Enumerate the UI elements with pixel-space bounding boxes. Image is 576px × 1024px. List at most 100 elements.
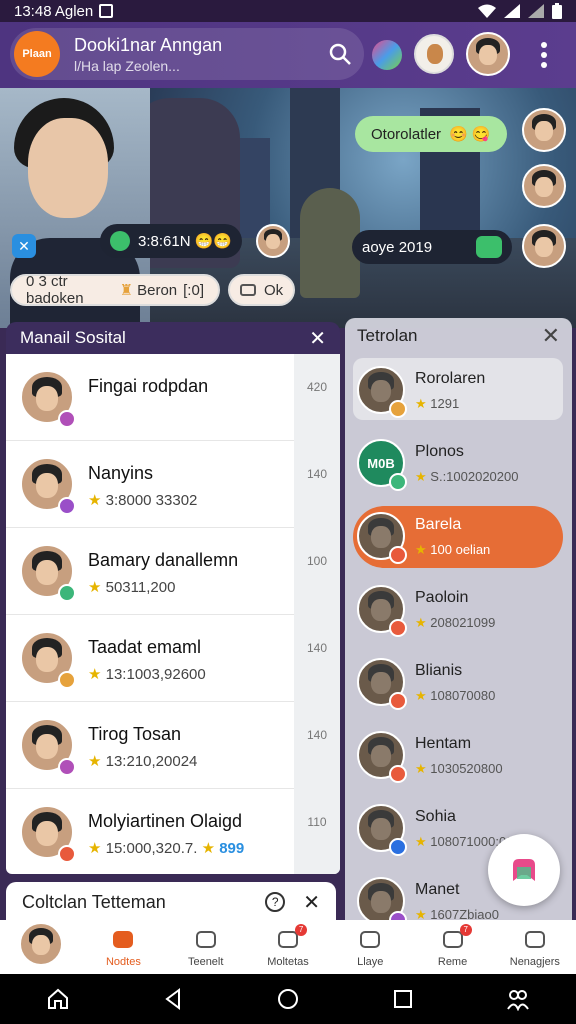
ok-pill[interactable]: Ok xyxy=(228,274,296,306)
status-badge xyxy=(389,473,407,491)
home-icon[interactable] xyxy=(46,987,70,1011)
nav-home-icon xyxy=(113,931,134,948)
hero-banner[interactable]: ✕ Otorolatler 😊 😋 3:8:61N 😁😁 aoye 2019 0… xyxy=(0,88,576,328)
social-panel-title: Manail Sosital xyxy=(20,328,126,347)
friend-list-item[interactable]: Blianis ★ 108070080 xyxy=(345,646,572,719)
app-title: Dooki1nar Anngan xyxy=(74,34,223,55)
more-menu-icon[interactable] xyxy=(540,42,548,68)
contact-sub: ★ 50311,200 xyxy=(88,579,176,596)
nav-llaye[interactable]: Llaye xyxy=(329,920,411,974)
close-icon[interactable]: ✕ xyxy=(309,326,326,351)
friend-name: Plonos xyxy=(415,443,464,460)
contact-count: 420 xyxy=(294,354,340,441)
app-bar: Plaan Dooki1nar Anngan l/Ha lap Zeolen..… xyxy=(0,22,576,88)
contact-sub-text: 15:000,320.7. xyxy=(105,840,198,857)
battery-icon xyxy=(552,3,562,19)
notification-icon xyxy=(99,4,114,18)
recents-icon[interactable] xyxy=(391,987,415,1011)
friend-sub: ★ 208021099 xyxy=(415,615,496,630)
search-bar[interactable]: Plaan Dooki1nar Anngan l/Ha lap Zeolen..… xyxy=(10,28,364,80)
nav-home[interactable]: Nodtes xyxy=(82,920,164,974)
social-list-item[interactable]: Taadat emaml ★ 13:1003,92600 140 xyxy=(6,615,340,702)
status-badge xyxy=(389,619,407,637)
social-panel-header: Manail Sosital ✕ xyxy=(6,322,340,354)
social-list-item[interactable]: Tirog Tosan ★ 13:210,20024 140 xyxy=(6,702,340,789)
friend-list-item[interactable]: Rorolaren ★ 1291 xyxy=(345,354,572,427)
friend-sub: ★ 1291 xyxy=(415,396,460,411)
profile-avatar xyxy=(19,922,64,966)
close-icon[interactable]: ✕ xyxy=(542,323,560,349)
signal-icon xyxy=(504,4,520,18)
friend-sub-text: 108070080 xyxy=(430,688,496,703)
friend-list-item[interactable]: Hentam ★ 1030520800 xyxy=(345,719,572,792)
status-badge xyxy=(58,497,76,515)
status-badge xyxy=(58,845,76,863)
nav-profile[interactable] xyxy=(0,920,82,974)
nav-nenagjers[interactable]: Nenagjers xyxy=(494,920,576,974)
score-chip-right-text: aoye 2019 xyxy=(362,238,433,256)
status-badge xyxy=(389,765,407,783)
contact-sub-text: 3:8000 33302 xyxy=(105,492,198,509)
nav-llaye-icon xyxy=(360,931,381,948)
friend-sub: ★ 108070080 xyxy=(415,688,496,703)
system-navigation xyxy=(0,974,576,1024)
status-badge xyxy=(389,400,407,418)
nav-label: Reme xyxy=(437,956,468,968)
user-avatar[interactable] xyxy=(466,32,510,76)
friend-name: Barela xyxy=(415,516,462,533)
social-list-item[interactable]: Fingai rodpdan 420 xyxy=(6,354,340,441)
compose-fab[interactable] xyxy=(488,834,560,906)
back-icon[interactable] xyxy=(161,987,185,1011)
nav-moltetas[interactable]: Moltetas 7 xyxy=(247,920,329,974)
search-icon[interactable] xyxy=(328,42,352,66)
friend-sub: ★ S.:1002020200 xyxy=(415,469,519,484)
nav-teenelt-icon xyxy=(195,931,216,948)
nav-teenelt[interactable]: Teenelt xyxy=(165,920,247,974)
friend-name: Sohia xyxy=(415,808,456,825)
social-list-item[interactable]: Bamary danallemn ★ 50311,200 100 xyxy=(6,528,340,615)
game-icon xyxy=(110,231,130,251)
contact-count: 140 xyxy=(294,702,340,789)
friend-name: Manet xyxy=(415,881,460,898)
friend-name: Blianis xyxy=(415,662,463,679)
side-avatar-1[interactable] xyxy=(522,108,566,152)
nav-reme[interactable]: Reme 7 xyxy=(411,920,493,974)
bottom-card[interactable]: Coltclan Tetteman ? ✕ xyxy=(6,882,336,922)
people-icon[interactable] xyxy=(506,987,530,1011)
friend-sub-text: 1291 xyxy=(430,396,460,411)
friend-name: Paoloin xyxy=(415,589,469,606)
contact-sub: ★ 15:000,320.7. ★ 899 xyxy=(88,840,245,857)
circle-home-icon[interactable] xyxy=(276,987,300,1011)
character-figure-2 xyxy=(300,188,360,298)
score-chip-right[interactable]: aoye 2019 xyxy=(352,230,512,264)
friend-list-item[interactable]: Paoloin ★ 208021099 xyxy=(345,573,572,646)
mask-icon[interactable] xyxy=(414,34,454,74)
nav-label: Moltetas xyxy=(267,956,309,968)
app-subtitle: l/Ha lap Zeolen... xyxy=(74,57,180,74)
friend-name: Hentam xyxy=(415,735,472,752)
contact-name: Tirog Tosan xyxy=(88,724,182,744)
chat-bubble-top[interactable]: Otorolatler 😊 😋 xyxy=(355,116,507,152)
chip-avatar[interactable] xyxy=(256,224,290,258)
app-logo[interactable]: Plaan xyxy=(14,31,60,77)
side-avatar-3[interactable] xyxy=(522,224,566,268)
contact-sub: ★ 3:8000 33302 xyxy=(88,492,198,509)
contact-count: 140 xyxy=(294,441,340,528)
info-icon[interactable]: ? xyxy=(265,892,286,912)
side-avatar-2[interactable] xyxy=(522,164,566,208)
games-icon[interactable] xyxy=(372,40,402,70)
friend-sub-text: S.:1002020200 xyxy=(430,469,519,484)
contact-sub: ★ 13:1003,92600 xyxy=(88,666,206,683)
close-icon[interactable]: ✕ xyxy=(303,890,320,915)
contact-sub-tail: 899 xyxy=(219,840,245,857)
score-chip-left[interactable]: 3:8:61N 😁😁 xyxy=(100,224,242,258)
chat-bubble-text: Otorolatler xyxy=(371,125,442,143)
status-pill-end: [:0] xyxy=(183,281,204,299)
friend-list-item[interactable]: Barela ★ 100 oelian xyxy=(345,500,572,573)
status-pill[interactable]: 0 3 ctr badoken ♜ Beron [:0] xyxy=(10,273,220,307)
contact-sub: ★ 13:210,20024 xyxy=(88,753,198,770)
friend-list-item[interactable]: M0B Plonos ★ S.:1002020200 xyxy=(345,427,572,500)
social-list-item[interactable]: Nanyins ★ 3:8000 33302 140 xyxy=(6,441,340,528)
status-badge xyxy=(389,838,407,856)
social-list-item[interactable]: Molyiartinen Olaigd ★ 15:000,320.7. ★ 89… xyxy=(6,789,340,874)
